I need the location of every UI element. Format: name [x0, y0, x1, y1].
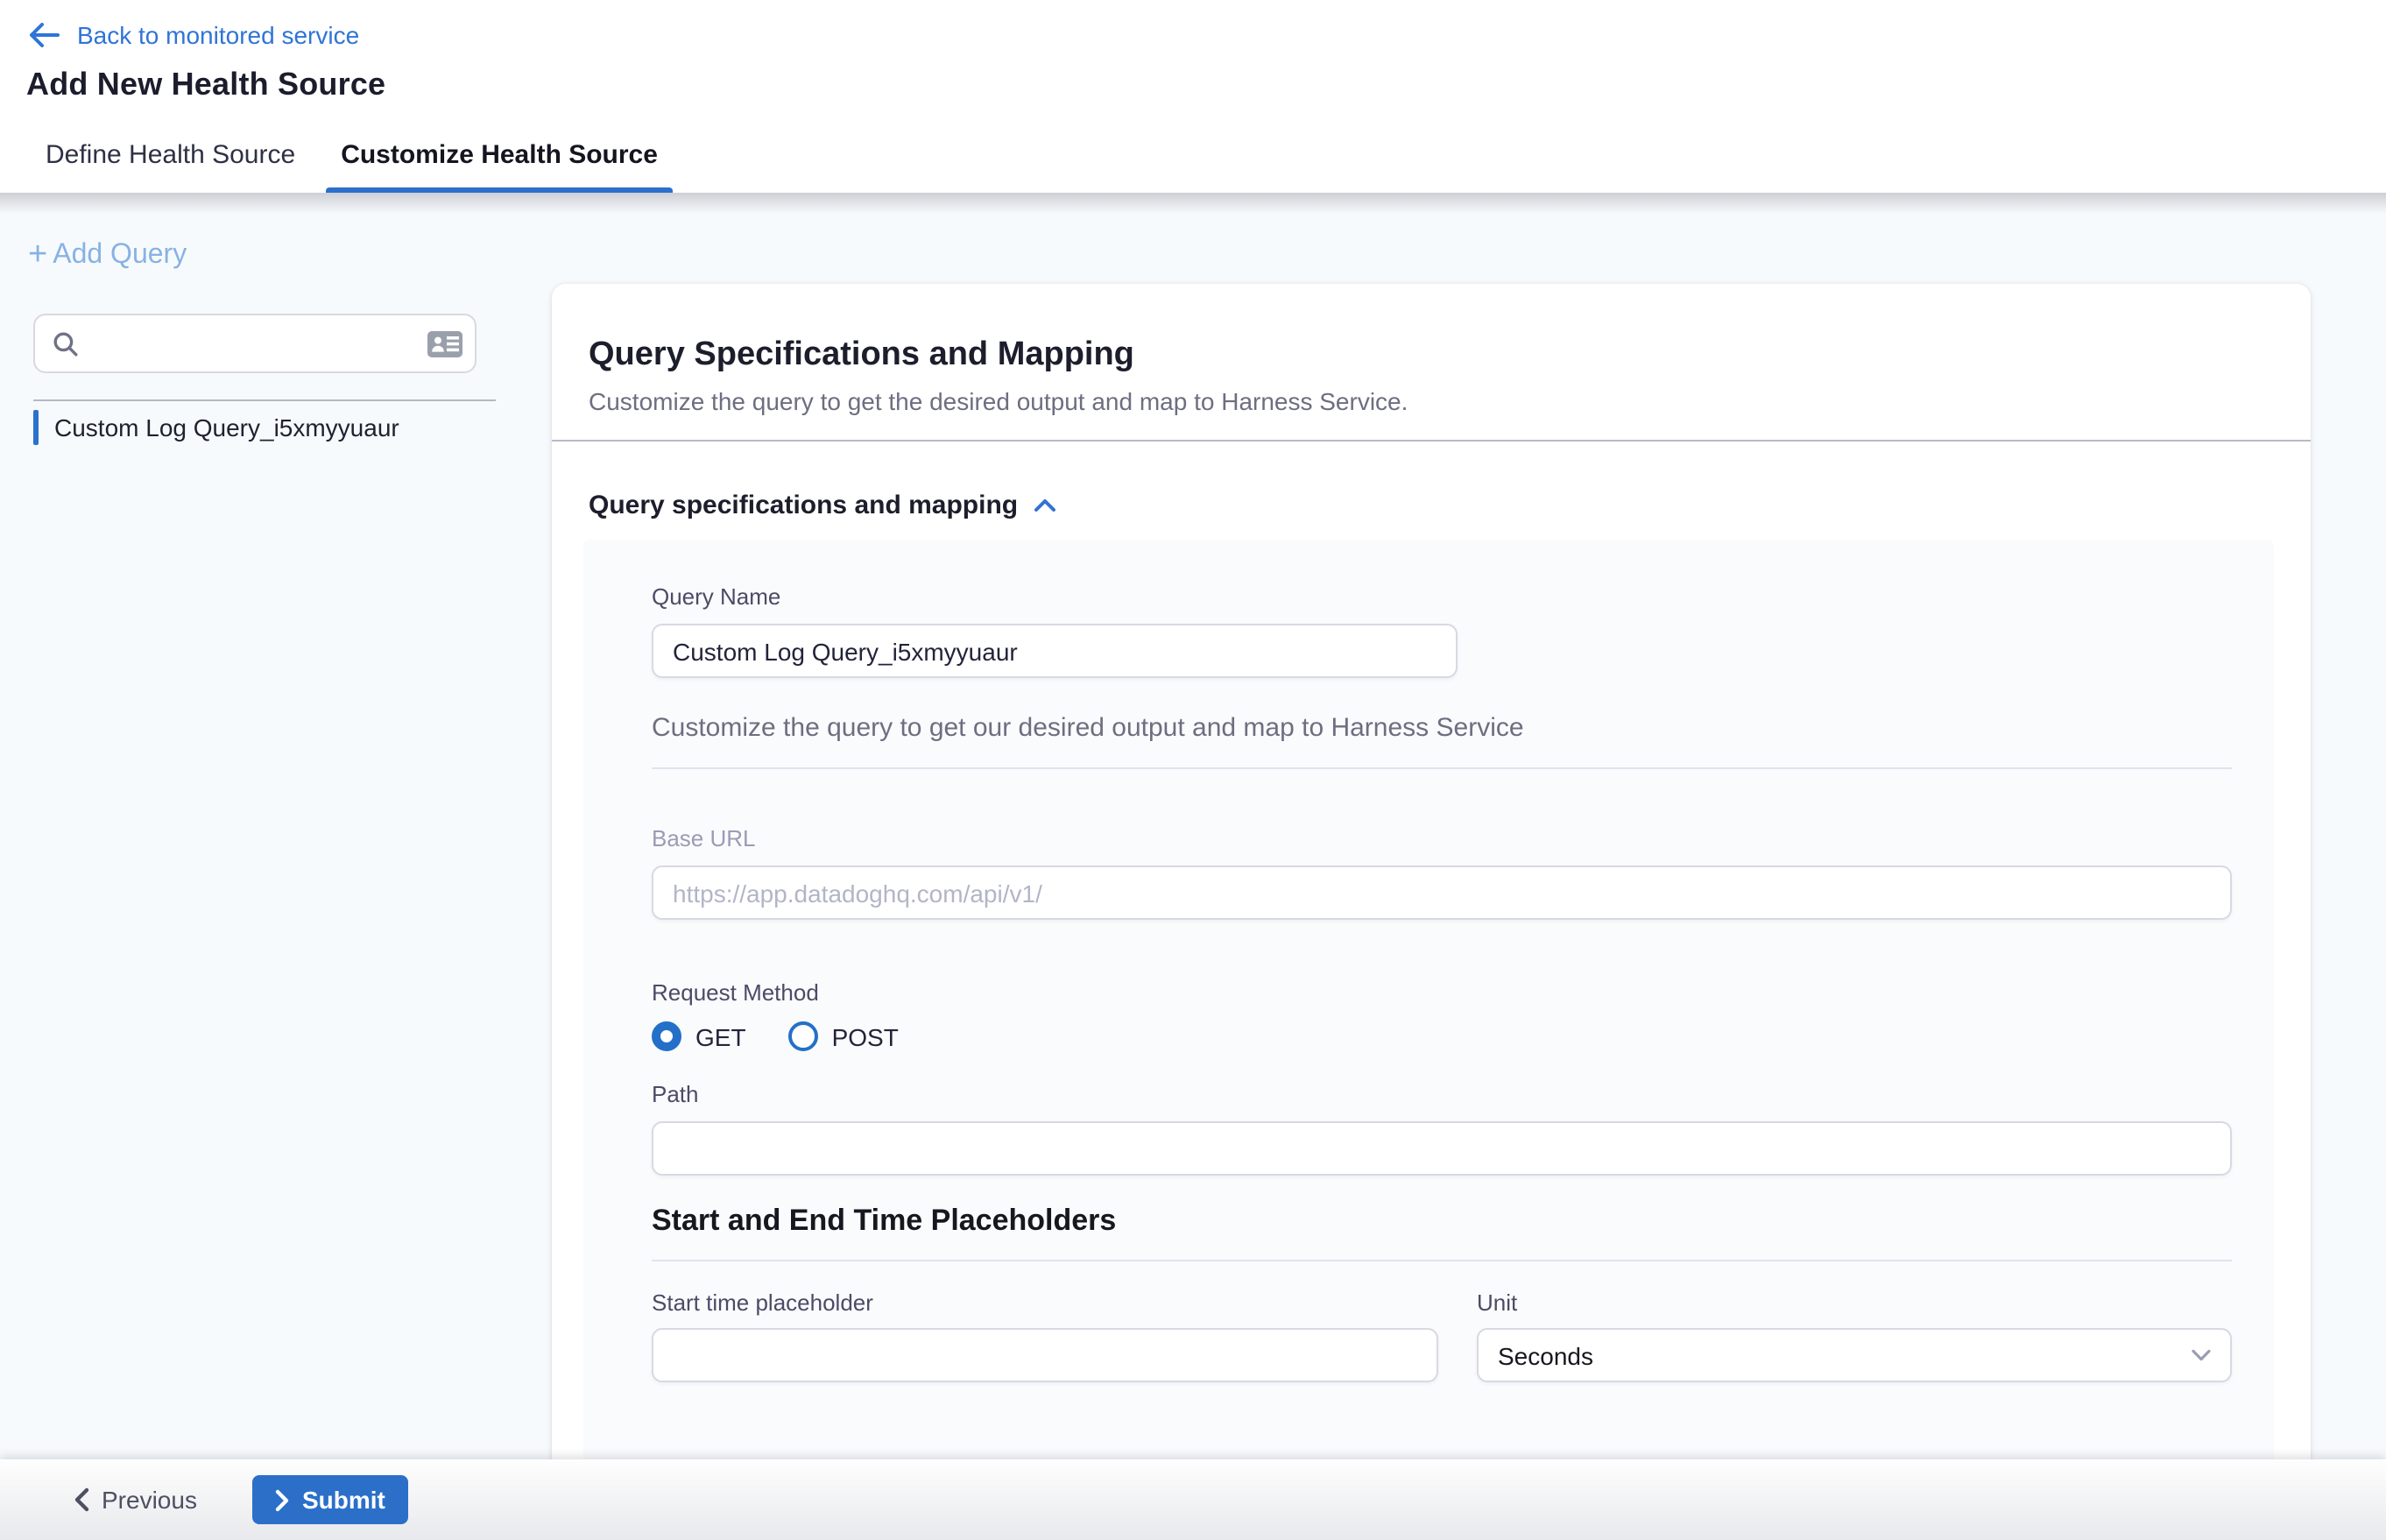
query-spec-form-panel: Query Name Customize the query to get ou… [583, 540, 2274, 1521]
query-name-help-text: Customize the query to get our desired o… [652, 713, 2232, 743]
chevron-up-icon[interactable] [1034, 498, 1056, 513]
chevron-left-icon [74, 1487, 89, 1512]
wizard-footer: Previous Submit [0, 1459, 2386, 1540]
query-spec-section-toggle[interactable]: Query specifications and mapping [589, 491, 2311, 520]
query-search-input[interactable] [93, 330, 426, 357]
content-area: + Add Query [0, 193, 2386, 1540]
card-subheading: Customize the query to get the desired o… [589, 387, 2269, 415]
radio-post-control[interactable] [788, 1021, 818, 1051]
query-name-label: Query Name [652, 583, 780, 610]
path-input[interactable] [652, 1121, 2232, 1176]
add-query-button[interactable]: + Add Query [28, 240, 187, 272]
plus-icon: + [28, 242, 47, 270]
section-title: Query specifications and mapping [589, 491, 1018, 520]
card-heading: Query Specifications and Mapping [589, 336, 2269, 375]
contact-card-icon[interactable] [426, 328, 464, 358]
query-list-item-label: Custom Log Query_i5xmyyuaur [54, 413, 399, 442]
sidebar-divider [33, 399, 496, 401]
time-placeholders-heading: Start and End Time Placeholders [652, 1204, 2232, 1239]
start-time-placeholder-label: Start time placeholder [652, 1289, 1438, 1316]
chevron-right-icon [276, 1488, 290, 1511]
active-tab-underline [325, 187, 674, 193]
request-method-radio-group: GET POST [652, 1021, 2232, 1051]
selected-query-indicator [33, 410, 39, 445]
request-method-label: Request Method [652, 979, 2232, 1006]
tab-customize-health-source[interactable]: Customize Health Source [341, 116, 658, 193]
query-list-item[interactable]: Custom Log Query_i5xmyyuaur [33, 405, 524, 450]
page-title: Add New Health Source [26, 67, 2386, 103]
query-name-input[interactable] [652, 624, 1458, 678]
tab-define-health-source[interactable]: Define Health Source [46, 116, 295, 193]
base-url-input[interactable] [652, 865, 2232, 920]
unit-select[interactable]: Seconds [1477, 1328, 2232, 1382]
radio-option-post[interactable]: POST [788, 1021, 899, 1051]
path-label: Path [652, 1081, 2232, 1107]
unit-label: Unit [1477, 1289, 2232, 1316]
form-divider [652, 1260, 2232, 1261]
card-header: Query Specifications and Mapping Customi… [552, 284, 2311, 442]
radio-option-get[interactable]: GET [652, 1021, 746, 1051]
page-header: Back to monitored service Add New Health… [0, 0, 2386, 193]
health-source-tabs: Define Health Source Customize Health So… [46, 116, 658, 193]
form-divider [652, 767, 2232, 769]
unit-select-value: Seconds [1498, 1341, 2192, 1369]
base-url-label: Base URL [652, 825, 2232, 851]
query-sidebar: + Add Query [0, 193, 552, 1540]
start-time-placeholder-input[interactable] [652, 1328, 1438, 1382]
back-to-monitored-service-link[interactable]: Back to monitored service [77, 21, 359, 49]
previous-button[interactable]: Previous [74, 1486, 197, 1514]
back-arrow-icon[interactable] [28, 23, 60, 47]
query-mapping-card: Query Specifications and Mapping Customi… [552, 284, 2311, 1540]
radio-get-control[interactable] [652, 1021, 681, 1051]
chevron-down-icon [2192, 1349, 2211, 1361]
add-health-source-page: Back to monitored service Add New Health… [0, 0, 2386, 1540]
submit-button[interactable]: Submit [253, 1475, 408, 1524]
query-search-box[interactable] [33, 314, 476, 373]
search-icon [53, 330, 79, 357]
